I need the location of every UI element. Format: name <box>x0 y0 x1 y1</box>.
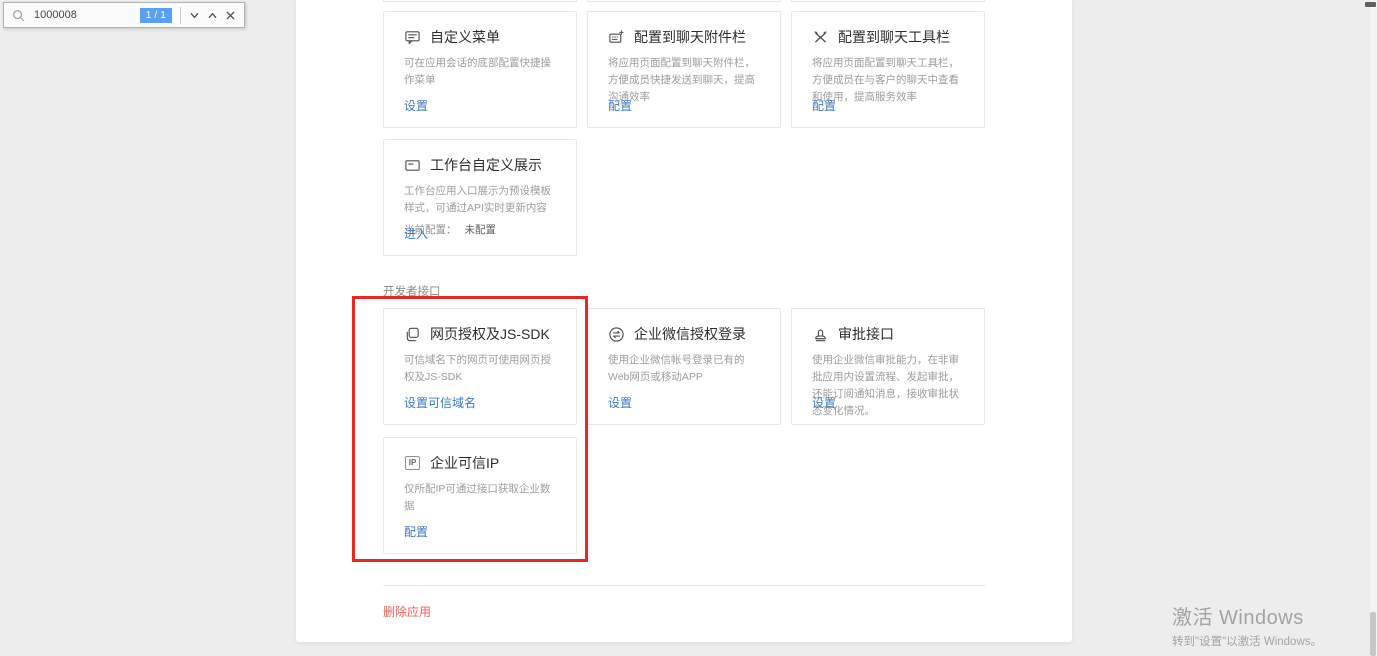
scrollbar-track[interactable] <box>1369 0 1377 656</box>
card-chat-attachment-bar: 配置到聊天附件栏 将应用页面配置到聊天附件栏，方便成员快捷发送到聊天，提高沟通效… <box>587 11 781 128</box>
workbench-icon <box>404 157 421 174</box>
card-title: 企业微信授权登录 <box>634 324 746 344</box>
developer-api-section-label: 开发者接口 <box>383 283 441 299</box>
scrollbar-thumb[interactable] <box>1370 612 1376 656</box>
card-desc: 可在应用会话的底部配置快捷操作菜单 <box>404 55 556 89</box>
oauth-login-setting-link[interactable]: 设置 <box>608 394 632 411</box>
card-title-row: 企业微信授权登录 <box>608 324 760 344</box>
find-match-counter: 1 / 1 <box>140 8 172 23</box>
card-title: 配置到聊天附件栏 <box>634 27 746 47</box>
find-input[interactable] <box>32 8 134 22</box>
card-title: 审批接口 <box>838 324 894 344</box>
card-chat-toolbar: 配置到聊天工具栏 将应用页面配置到聊天工具栏，方便成员在与客户的聊天中查看和使用… <box>791 11 985 128</box>
workbench-enter-link[interactable]: 进入 <box>404 225 428 242</box>
magnifier-icon <box>12 9 25 22</box>
ip-icon-text: IP <box>405 456 420 470</box>
card-title-row: 审批接口 <box>812 324 964 344</box>
card-trusted-ip: IP 企业可信IP 仅所配IP可通过接口获取企业数据 配置 <box>383 437 577 554</box>
card-desc: 仅所配IP可通过接口获取企业数据 <box>404 481 556 515</box>
find-bar: 1 / 1 <box>3 2 245 28</box>
trusted-domain-setting-link[interactable]: 设置可信域名 <box>404 394 476 411</box>
delete-app-link[interactable]: 删除应用 <box>383 603 431 620</box>
approval-stamp-icon <box>812 326 829 343</box>
card-title: 企业可信IP <box>430 453 499 473</box>
card-desc: 工作台应用入口展示为预设模板样式，可通过API实时更新内容 <box>404 183 556 217</box>
oauth-login-icon <box>608 326 625 343</box>
card-title-row: 自定义菜单 <box>404 27 556 47</box>
card-title-row: 工作台自定义展示 <box>404 155 556 175</box>
card-title: 工作台自定义展示 <box>430 155 542 175</box>
card-workbench-display: 工作台自定义展示 工作台应用入口展示为预设模板样式，可通过API实时更新内容 当… <box>383 139 577 256</box>
card-title-row: 配置到聊天附件栏 <box>608 27 760 47</box>
approval-setting-link[interactable]: 设置 <box>812 394 836 411</box>
card-desc: 使用企业微信帐号登录已有的Web网页或移动APP <box>608 352 760 386</box>
find-bar-separator <box>180 7 181 24</box>
card-oauth-login: 企业微信授权登录 使用企业微信帐号登录已有的Web网页或移动APP 设置 <box>587 308 781 425</box>
card-web-auth-jssdk: 网页授权及JS-SDK 可信域名下的网页可使用网页授权及JS-SDK 设置可信域… <box>383 308 577 425</box>
card-stub <box>587 0 781 2</box>
attachment-bar-config-link[interactable]: 配置 <box>608 97 632 114</box>
bottom-divider <box>383 585 986 586</box>
custom-menu-setting-link[interactable]: 设置 <box>404 97 428 114</box>
card-title: 配置到聊天工具栏 <box>838 27 950 47</box>
card-title: 自定义菜单 <box>430 27 500 47</box>
card-stub <box>791 0 985 2</box>
scrollbar-up-arrow[interactable] <box>1365 2 1376 7</box>
chat-toolbar-config-link[interactable]: 配置 <box>812 97 836 114</box>
trusted-ip-config-link[interactable]: 配置 <box>404 523 428 540</box>
web-auth-icon <box>404 326 421 343</box>
card-title-row: IP 企业可信IP <box>404 453 556 473</box>
windows-activation-watermark: 激活 Windows 转到"设置"以激活 Windows。 <box>1172 601 1322 649</box>
find-prev-button[interactable] <box>203 5 221 25</box>
custom-menu-icon <box>404 29 421 46</box>
card-desc: 可信域名下的网页可使用网页授权及JS-SDK <box>404 352 556 386</box>
card-title: 网页授权及JS-SDK <box>430 324 550 344</box>
card-title-row: 配置到聊天工具栏 <box>812 27 964 47</box>
watermark-title: 激活 Windows <box>1172 601 1322 630</box>
card-custom-menu: 自定义菜单 可在应用会话的底部配置快捷操作菜单 设置 <box>383 11 577 128</box>
status-value: 未配置 <box>465 224 497 236</box>
find-close-button[interactable] <box>221 5 239 25</box>
attachment-bar-icon <box>608 29 625 46</box>
chat-toolbar-icon <box>812 29 829 46</box>
watermark-subtitle: 转到"设置"以激活 Windows。 <box>1172 633 1322 649</box>
card-title-row: 网页授权及JS-SDK <box>404 324 556 344</box>
ip-icon: IP <box>404 455 421 472</box>
find-next-button[interactable] <box>185 5 203 25</box>
card-approval-api: 审批接口 使用企业微信审批能力，在非审批应用内设置流程、发起审批，还能订阅通知消… <box>791 308 985 425</box>
card-stub <box>383 0 577 2</box>
